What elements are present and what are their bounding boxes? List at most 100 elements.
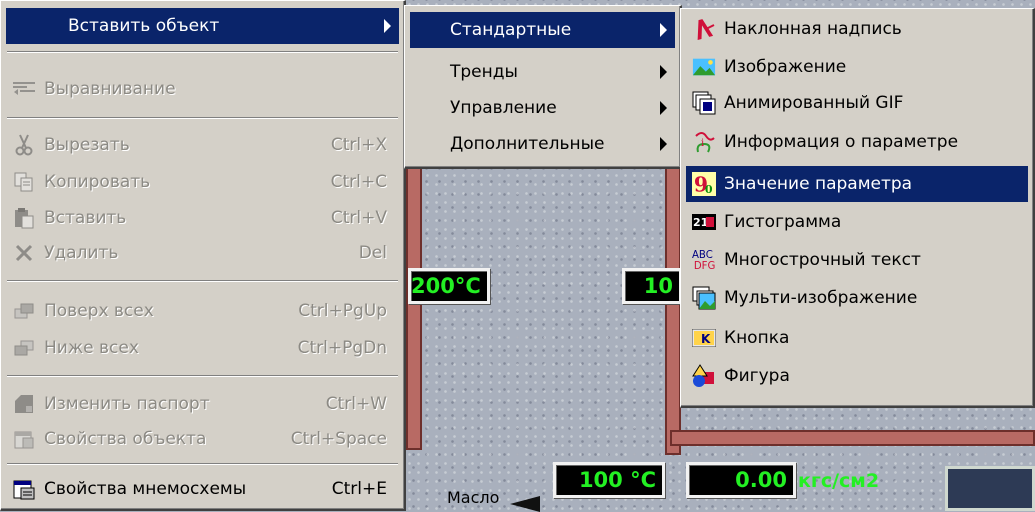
shortcut-label: Ctrl+X xyxy=(330,135,387,155)
menu-item-parameter-info[interactable]: i Информация о параметре xyxy=(686,124,1028,160)
shortcut-label: Ctrl+C xyxy=(330,172,387,192)
image-icon xyxy=(692,55,716,79)
menu-item-label: Свойства мнемосхемы xyxy=(44,479,247,499)
menu-separator xyxy=(7,463,398,465)
menu-item-image[interactable]: Изображение xyxy=(686,49,1028,85)
temperature-gauge[interactable]: 200°C xyxy=(408,268,490,304)
menu-item-label: Ниже всех xyxy=(44,338,139,358)
shortcut-label: Ctrl+V xyxy=(330,208,387,228)
menu-item-paste[interactable]: Вставить Ctrl+V xyxy=(6,200,399,236)
menu-item-parameter-value[interactable]: 90 Значение параметра xyxy=(686,166,1028,202)
menu-item-label: Наклонная надпись xyxy=(724,19,902,39)
pressure-unit-label: кгс/см2 xyxy=(798,470,880,492)
menu-item-object-properties[interactable]: Свойства объекта Ctrl+Space xyxy=(6,421,399,457)
submenu-arrow-icon xyxy=(384,19,391,33)
menu-item-label: Информация о параметре xyxy=(724,132,959,152)
menu-item-label: Удалить xyxy=(44,243,119,263)
menu-item-delete[interactable]: Удалить Del xyxy=(6,235,399,271)
context-menu: Вставить объект Выравнивание Вырезать Ct… xyxy=(0,0,406,511)
menu-item-label: Кнопка xyxy=(724,328,790,348)
multiline-text-icon: ABC DFG xyxy=(692,248,716,272)
bring-to-front-icon xyxy=(12,299,36,323)
menu-separator xyxy=(7,117,398,119)
menu-item-label: Анимированный GIF xyxy=(724,93,904,113)
menu-item-edit-passport[interactable]: Изменить паспорт Ctrl+W xyxy=(6,386,399,422)
menu-item-label: Вырезать xyxy=(44,135,130,155)
submenu-arrow-icon xyxy=(660,65,667,79)
menu-item-label: Изображение xyxy=(724,57,847,77)
menu-item-slanted-text[interactable]: Наклонная надпись xyxy=(686,11,1028,47)
svg-text:i: i xyxy=(701,138,704,149)
menu-item-label: Гистограмма xyxy=(724,212,842,232)
menu-item-label: Копировать xyxy=(44,172,151,192)
svg-text:ABC: ABC xyxy=(692,250,713,261)
animated-gif-icon xyxy=(692,91,716,115)
value-gauge[interactable]: 10 xyxy=(622,268,682,304)
menu-item-additional[interactable]: Дополнительные xyxy=(410,126,675,162)
menu-separator xyxy=(7,280,398,282)
shortcut-label: Ctrl+E xyxy=(331,479,387,499)
menu-item-copy[interactable]: Копировать Ctrl+C xyxy=(6,164,399,200)
menu-item-label: Мульти-изображение xyxy=(724,288,918,308)
histogram-icon: 21 xyxy=(692,210,716,234)
menu-item-animated-gif[interactable]: Анимированный GIF xyxy=(686,85,1028,121)
parameter-value-icon: 90 xyxy=(692,172,716,196)
menu-item-histogram[interactable]: 21 Гистограмма xyxy=(686,204,1028,240)
display-panel[interactable] xyxy=(945,466,1035,511)
menu-item-multi-image[interactable]: Мульти-изображение xyxy=(686,280,1028,316)
mnemonic-properties-icon xyxy=(12,477,36,501)
menu-item-label: Поверх всех xyxy=(44,301,154,321)
passport-icon xyxy=(12,392,36,416)
shortcut-label: Ctrl+PgUp xyxy=(298,301,387,321)
shape-icon xyxy=(692,364,716,388)
menu-separator xyxy=(7,375,398,377)
button-icon: K xyxy=(692,326,716,350)
oil-label: Масло xyxy=(447,488,500,507)
menu-item-cut[interactable]: Вырезать Ctrl+X xyxy=(6,127,399,163)
menu-item-label: Стандартные xyxy=(450,20,572,40)
align-icon xyxy=(12,77,36,101)
menu-item-label: Вставить объект xyxy=(68,16,220,36)
parameter-info-icon: i xyxy=(692,130,716,154)
object-properties-icon xyxy=(12,427,36,451)
menu-item-label: Свойства объекта xyxy=(44,429,207,449)
svg-text:K: K xyxy=(701,332,711,346)
shortcut-label: Ctrl+W xyxy=(325,394,387,414)
temperature-gauge[interactable]: 100 °C xyxy=(553,462,665,498)
svg-text:DFG: DFG xyxy=(694,261,716,272)
menu-item-label: Фигура xyxy=(724,366,790,386)
svg-text:0: 0 xyxy=(705,183,713,196)
submenu-arrow-icon xyxy=(660,137,667,151)
menu-item-shape[interactable]: Фигура xyxy=(686,358,1028,394)
menu-item-standard[interactable]: Стандартные xyxy=(410,12,675,48)
menu-item-mnemonic-properties[interactable]: Свойства мнемосхемы Ctrl+E xyxy=(6,471,399,507)
menu-item-label: Значение параметра xyxy=(724,174,913,194)
multi-image-icon xyxy=(692,286,716,310)
menu-item-label: Изменить паспорт xyxy=(44,394,210,414)
menu-item-control[interactable]: Управление xyxy=(410,90,675,126)
menu-item-label: Тренды xyxy=(450,62,518,82)
shortcut-label: Ctrl+PgDn xyxy=(297,338,387,358)
menu-item-bring-to-front[interactable]: Поверх всех Ctrl+PgUp xyxy=(6,293,399,329)
menu-item-send-to-back[interactable]: Ниже всех Ctrl+PgDn xyxy=(6,330,399,366)
pipe-segment xyxy=(670,430,1035,446)
menu-item-button[interactable]: K Кнопка xyxy=(686,320,1028,356)
standard-objects-submenu: Наклонная надпись Изображение Анимирован… xyxy=(680,8,1035,408)
delete-icon xyxy=(12,241,36,265)
submenu-arrow-icon xyxy=(660,101,667,115)
submenu-arrow-icon xyxy=(660,23,667,37)
paste-icon xyxy=(12,206,36,230)
cut-icon xyxy=(12,133,36,157)
menu-item-multiline-text[interactable]: ABC DFG Многострочный текст xyxy=(686,242,1028,278)
menu-item-label: Дополнительные xyxy=(450,134,605,154)
menu-item-insert-object[interactable]: Вставить объект xyxy=(6,8,399,44)
menu-item-trends[interactable]: Тренды xyxy=(410,54,675,90)
menu-item-label: Управление xyxy=(450,98,557,118)
menu-item-align[interactable]: Выравнивание xyxy=(6,71,399,107)
menu-separator xyxy=(7,51,398,53)
shortcut-label: Ctrl+Space xyxy=(290,429,387,449)
slanted-text-icon xyxy=(692,17,716,41)
shortcut-label: Del xyxy=(358,243,387,263)
menu-item-label: Вставить xyxy=(44,208,127,228)
pressure-gauge[interactable]: 0.00 xyxy=(686,462,796,498)
